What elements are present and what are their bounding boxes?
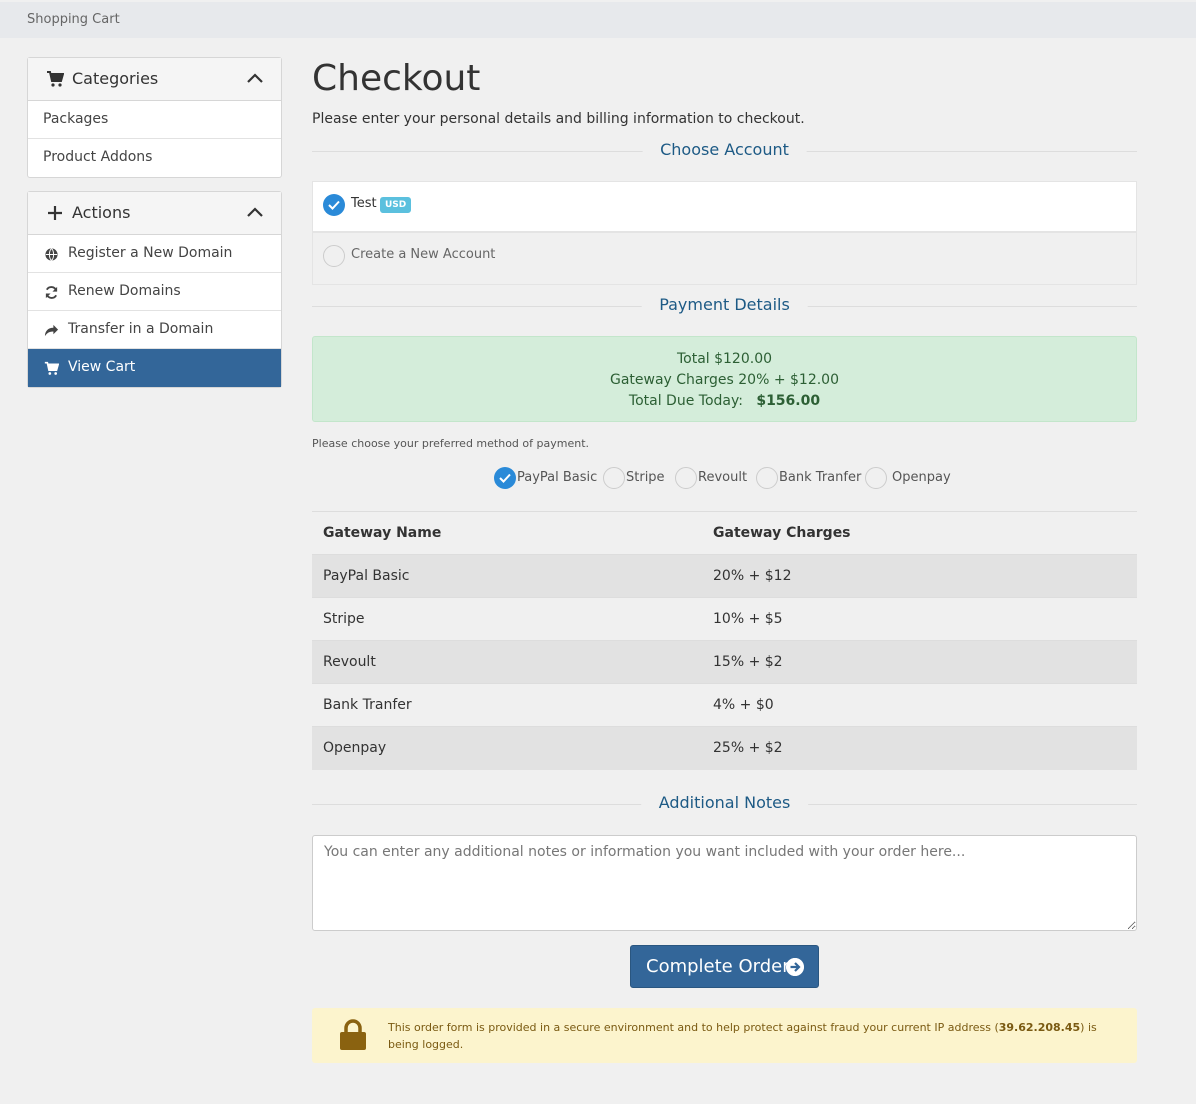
gateway-charge-cell: 10% + $5 — [702, 597, 1137, 641]
sidebar-item-product-addons[interactable]: Product Addons — [28, 139, 281, 177]
payment-method-label: Revoult — [698, 470, 748, 485]
choose-account-heading: Choose Account — [642, 140, 807, 159]
gateway-charge-cell: 25% + $2 — [702, 726, 1137, 770]
gateway-charge-cell: 15% + $2 — [702, 640, 1137, 684]
secure-notice-text: This order form is provided in a secure … — [388, 1019, 1108, 1053]
column-header: Gateway Name — [312, 511, 702, 555]
currency-badge: USD — [380, 197, 412, 213]
sidebar-item-label: Register a New Domain — [68, 245, 233, 261]
account-label: Test — [351, 196, 377, 211]
cart-icon — [47, 71, 64, 87]
secure-environment-notice: This order form is provided in a secure … — [312, 1008, 1137, 1063]
page-intro: Please enter your personal details and b… — [312, 111, 805, 127]
total-line: Total $120.00 — [676, 351, 773, 367]
radio-unchecked-icon[interactable] — [756, 467, 778, 489]
actions-panel: Actions Register a New Domain Renew Doma… — [27, 191, 282, 388]
sidebar-item-renew-domains[interactable]: Renew Domains — [28, 273, 281, 311]
table-row: PayPal Basic 20% + $12 — [312, 554, 1137, 598]
breadcrumb-bar: Shopping Cart — [0, 2, 1196, 38]
sidebar-item-label: Renew Domains — [68, 283, 181, 299]
secure-notice-before: This order form is provided in a secure … — [388, 1021, 999, 1034]
sidebar-item-register-domain[interactable]: Register a New Domain — [28, 235, 281, 273]
radio-unchecked-icon[interactable] — [603, 467, 625, 489]
radio-unchecked-icon[interactable] — [865, 467, 887, 489]
checked-icon[interactable] — [494, 467, 516, 489]
additional-notes-textarea[interactable] — [312, 835, 1137, 931]
gateway-name-cell: Stripe — [312, 597, 702, 641]
actions-title: Actions — [72, 203, 131, 222]
table-row: Revoult 15% + $2 — [312, 640, 1137, 684]
payment-method-label: Bank Tranfer — [779, 470, 862, 485]
sidebar-item-label: Transfer in a Domain — [68, 321, 214, 337]
choose-account-divider: Choose Account — [312, 140, 1137, 159]
sidebar-item-transfer-domain[interactable]: Transfer in a Domain — [28, 311, 281, 349]
table-row: Stripe 10% + $5 — [312, 597, 1137, 641]
table-row: Bank Tranfer 4% + $0 — [312, 683, 1137, 727]
additional-notes-heading: Additional Notes — [640, 793, 809, 812]
payment-method-label: Stripe — [626, 470, 665, 485]
sidebar-item-label: Product Addons — [43, 149, 153, 165]
total-due-value: $156.00 — [756, 393, 821, 409]
sidebar-item-label: Packages — [43, 111, 109, 127]
refresh-icon — [45, 286, 58, 299]
gateway-name-cell: Revoult — [312, 640, 702, 684]
page-title: Checkout — [312, 58, 481, 99]
gateway-charge-cell: 4% + $0 — [702, 683, 1137, 727]
radio-unchecked-icon[interactable] — [323, 245, 345, 267]
actions-panel-header[interactable]: Actions — [28, 192, 281, 235]
plus-icon — [48, 206, 62, 220]
account-label: Create a New Account — [351, 247, 496, 262]
table-header-row: Gateway Name Gateway Charges — [312, 511, 1137, 555]
sidebar-item-view-cart[interactable]: View Cart — [28, 349, 281, 387]
gateway-charges-line: Gateway Charges 20% + $12.00 — [609, 372, 839, 388]
categories-panel-header[interactable]: Categories — [28, 58, 281, 101]
gateway-charge-cell: 20% + $12 — [702, 554, 1137, 598]
order-total-summary: Total $120.00 Gateway Charges 20% + $12.… — [312, 336, 1137, 422]
gateway-name-cell: Bank Tranfer — [312, 683, 702, 727]
complete-order-label: Complete Order — [646, 956, 790, 977]
radio-unchecked-icon[interactable] — [675, 467, 697, 489]
sidebar-item-label: View Cart — [68, 359, 136, 375]
checked-icon[interactable] — [323, 194, 345, 216]
table-row: Openpay 25% + $2 — [312, 726, 1137, 770]
account-option-new[interactable]: Create a New Account — [312, 232, 1137, 285]
gateway-charges-table: Gateway Name Gateway Charges PayPal Basi… — [312, 511, 1137, 770]
complete-order-button[interactable]: Complete Order — [630, 945, 819, 988]
gateway-name-cell: PayPal Basic — [312, 554, 702, 598]
categories-title: Categories — [72, 69, 159, 88]
sidebar-item-packages[interactable]: Packages — [28, 101, 281, 139]
ip-address: 39.62.208.45 — [998, 1021, 1081, 1034]
payment-details-heading: Payment Details — [641, 295, 808, 314]
cart-icon — [44, 361, 59, 375]
payment-method-label: PayPal Basic — [517, 470, 598, 485]
share-icon — [44, 324, 59, 337]
payment-details-divider: Payment Details — [312, 295, 1137, 314]
categories-panel: Categories Packages Product Addons — [27, 57, 282, 178]
payment-method-prompt: Please choose your preferred method of p… — [312, 437, 589, 450]
chevron-up-icon[interactable] — [247, 72, 263, 84]
lock-icon — [340, 1019, 366, 1050]
additional-notes-divider: Additional Notes — [312, 793, 1137, 812]
arrow-circle-right-icon — [786, 958, 804, 976]
total-due-label: Total Due Today: — [628, 393, 743, 409]
account-option-test[interactable]: Test USD — [312, 181, 1137, 232]
gateway-name-cell: Openpay — [312, 726, 702, 770]
chevron-up-icon[interactable] — [247, 206, 263, 218]
payment-method-label: Openpay — [892, 470, 951, 485]
breadcrumb[interactable]: Shopping Cart — [27, 12, 120, 27]
column-header: Gateway Charges — [702, 511, 1137, 555]
globe-icon — [45, 248, 58, 261]
total-due-line: Total Due Today: $156.00 — [313, 391, 1136, 412]
